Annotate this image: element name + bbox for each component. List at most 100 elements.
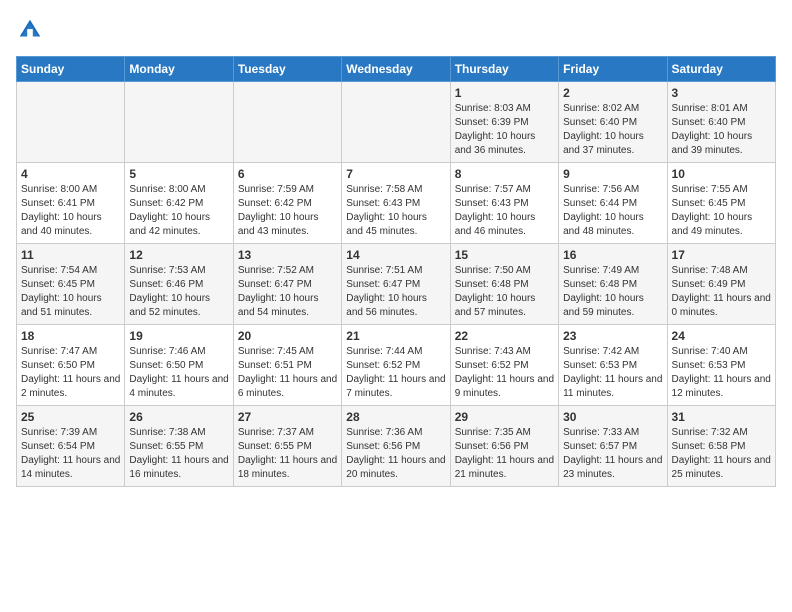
day-info: Sunrise: 7:46 AMSunset: 6:50 PMDaylight:… bbox=[129, 345, 228, 401]
calendar-cell bbox=[233, 82, 341, 163]
calendar-cell: 31 Sunrise: 7:32 AMSunset: 6:58 PMDaylig… bbox=[667, 406, 775, 487]
day-number: 21 bbox=[346, 329, 445, 343]
calendar-cell: 8 Sunrise: 7:57 AMSunset: 6:43 PMDayligh… bbox=[450, 163, 558, 244]
weekday-header-row: SundayMondayTuesdayWednesdayThursdayFrid… bbox=[17, 57, 776, 82]
calendar-cell: 17 Sunrise: 7:48 AMSunset: 6:49 PMDaylig… bbox=[667, 244, 775, 325]
calendar-week-row: 25 Sunrise: 7:39 AMSunset: 6:54 PMDaylig… bbox=[17, 406, 776, 487]
day-info: Sunrise: 7:44 AMSunset: 6:52 PMDaylight:… bbox=[346, 345, 445, 401]
day-number: 6 bbox=[238, 167, 337, 181]
day-number: 26 bbox=[129, 410, 228, 424]
calendar-cell: 3 Sunrise: 8:01 AMSunset: 6:40 PMDayligh… bbox=[667, 82, 775, 163]
weekday-header-wednesday: Wednesday bbox=[342, 57, 450, 82]
day-info: Sunrise: 7:45 AMSunset: 6:51 PMDaylight:… bbox=[238, 345, 337, 401]
calendar-cell: 27 Sunrise: 7:37 AMSunset: 6:55 PMDaylig… bbox=[233, 406, 341, 487]
calendar-cell: 19 Sunrise: 7:46 AMSunset: 6:50 PMDaylig… bbox=[125, 325, 233, 406]
calendar-cell: 1 Sunrise: 8:03 AMSunset: 6:39 PMDayligh… bbox=[450, 82, 558, 163]
day-number: 9 bbox=[563, 167, 662, 181]
day-number: 12 bbox=[129, 248, 228, 262]
day-number: 4 bbox=[21, 167, 120, 181]
day-number: 7 bbox=[346, 167, 445, 181]
calendar-cell: 15 Sunrise: 7:50 AMSunset: 6:48 PMDaylig… bbox=[450, 244, 558, 325]
day-number: 18 bbox=[21, 329, 120, 343]
day-number: 23 bbox=[563, 329, 662, 343]
calendar-cell: 20 Sunrise: 7:45 AMSunset: 6:51 PMDaylig… bbox=[233, 325, 341, 406]
calendar-week-row: 11 Sunrise: 7:54 AMSunset: 6:45 PMDaylig… bbox=[17, 244, 776, 325]
day-info: Sunrise: 7:39 AMSunset: 6:54 PMDaylight:… bbox=[21, 426, 120, 482]
calendar-cell: 30 Sunrise: 7:33 AMSunset: 6:57 PMDaylig… bbox=[559, 406, 667, 487]
day-number: 17 bbox=[672, 248, 771, 262]
day-info: Sunrise: 7:49 AMSunset: 6:48 PMDaylight:… bbox=[563, 264, 662, 320]
day-number: 24 bbox=[672, 329, 771, 343]
calendar-week-row: 4 Sunrise: 8:00 AMSunset: 6:41 PMDayligh… bbox=[17, 163, 776, 244]
weekday-header-thursday: Thursday bbox=[450, 57, 558, 82]
day-info: Sunrise: 7:59 AMSunset: 6:42 PMDaylight:… bbox=[238, 183, 337, 239]
calendar-cell: 7 Sunrise: 7:58 AMSunset: 6:43 PMDayligh… bbox=[342, 163, 450, 244]
weekday-header-monday: Monday bbox=[125, 57, 233, 82]
calendar-cell: 28 Sunrise: 7:36 AMSunset: 6:56 PMDaylig… bbox=[342, 406, 450, 487]
day-info: Sunrise: 8:01 AMSunset: 6:40 PMDaylight:… bbox=[672, 102, 771, 158]
weekday-header-saturday: Saturday bbox=[667, 57, 775, 82]
calendar-cell: 9 Sunrise: 7:56 AMSunset: 6:44 PMDayligh… bbox=[559, 163, 667, 244]
day-info: Sunrise: 8:03 AMSunset: 6:39 PMDaylight:… bbox=[455, 102, 554, 158]
day-number: 2 bbox=[563, 86, 662, 100]
day-info: Sunrise: 8:00 AMSunset: 6:42 PMDaylight:… bbox=[129, 183, 228, 239]
calendar-cell: 18 Sunrise: 7:47 AMSunset: 6:50 PMDaylig… bbox=[17, 325, 125, 406]
calendar-cell: 10 Sunrise: 7:55 AMSunset: 6:45 PMDaylig… bbox=[667, 163, 775, 244]
calendar-cell: 6 Sunrise: 7:59 AMSunset: 6:42 PMDayligh… bbox=[233, 163, 341, 244]
day-number: 1 bbox=[455, 86, 554, 100]
day-number: 29 bbox=[455, 410, 554, 424]
weekday-header-tuesday: Tuesday bbox=[233, 57, 341, 82]
day-info: Sunrise: 7:48 AMSunset: 6:49 PMDaylight:… bbox=[672, 264, 771, 320]
day-number: 25 bbox=[21, 410, 120, 424]
day-info: Sunrise: 7:57 AMSunset: 6:43 PMDaylight:… bbox=[455, 183, 554, 239]
day-number: 28 bbox=[346, 410, 445, 424]
calendar-cell: 24 Sunrise: 7:40 AMSunset: 6:53 PMDaylig… bbox=[667, 325, 775, 406]
calendar-cell: 5 Sunrise: 8:00 AMSunset: 6:42 PMDayligh… bbox=[125, 163, 233, 244]
day-info: Sunrise: 7:36 AMSunset: 6:56 PMDaylight:… bbox=[346, 426, 445, 482]
calendar-cell: 14 Sunrise: 7:51 AMSunset: 6:47 PMDaylig… bbox=[342, 244, 450, 325]
calendar-cell: 13 Sunrise: 7:52 AMSunset: 6:47 PMDaylig… bbox=[233, 244, 341, 325]
day-info: Sunrise: 7:35 AMSunset: 6:56 PMDaylight:… bbox=[455, 426, 554, 482]
day-info: Sunrise: 7:53 AMSunset: 6:46 PMDaylight:… bbox=[129, 264, 228, 320]
day-info: Sunrise: 7:43 AMSunset: 6:52 PMDaylight:… bbox=[455, 345, 554, 401]
day-info: Sunrise: 8:02 AMSunset: 6:40 PMDaylight:… bbox=[563, 102, 662, 158]
day-info: Sunrise: 7:56 AMSunset: 6:44 PMDaylight:… bbox=[563, 183, 662, 239]
day-info: Sunrise: 7:50 AMSunset: 6:48 PMDaylight:… bbox=[455, 264, 554, 320]
calendar-cell: 4 Sunrise: 8:00 AMSunset: 6:41 PMDayligh… bbox=[17, 163, 125, 244]
day-number: 30 bbox=[563, 410, 662, 424]
day-number: 27 bbox=[238, 410, 337, 424]
day-info: Sunrise: 7:37 AMSunset: 6:55 PMDaylight:… bbox=[238, 426, 337, 482]
calendar-cell: 22 Sunrise: 7:43 AMSunset: 6:52 PMDaylig… bbox=[450, 325, 558, 406]
calendar-cell: 29 Sunrise: 7:35 AMSunset: 6:56 PMDaylig… bbox=[450, 406, 558, 487]
day-number: 15 bbox=[455, 248, 554, 262]
logo bbox=[16, 16, 48, 44]
day-number: 16 bbox=[563, 248, 662, 262]
day-info: Sunrise: 8:00 AMSunset: 6:41 PMDaylight:… bbox=[21, 183, 120, 239]
weekday-header-friday: Friday bbox=[559, 57, 667, 82]
day-number: 13 bbox=[238, 248, 337, 262]
calendar-cell bbox=[342, 82, 450, 163]
day-number: 11 bbox=[21, 248, 120, 262]
calendar-cell: 21 Sunrise: 7:44 AMSunset: 6:52 PMDaylig… bbox=[342, 325, 450, 406]
calendar-cell bbox=[125, 82, 233, 163]
calendar-cell: 11 Sunrise: 7:54 AMSunset: 6:45 PMDaylig… bbox=[17, 244, 125, 325]
logo-icon bbox=[16, 16, 44, 44]
day-number: 20 bbox=[238, 329, 337, 343]
day-info: Sunrise: 7:55 AMSunset: 6:45 PMDaylight:… bbox=[672, 183, 771, 239]
day-info: Sunrise: 7:33 AMSunset: 6:57 PMDaylight:… bbox=[563, 426, 662, 482]
day-info: Sunrise: 7:38 AMSunset: 6:55 PMDaylight:… bbox=[129, 426, 228, 482]
day-number: 10 bbox=[672, 167, 771, 181]
day-info: Sunrise: 7:58 AMSunset: 6:43 PMDaylight:… bbox=[346, 183, 445, 239]
calendar-cell bbox=[17, 82, 125, 163]
day-info: Sunrise: 7:51 AMSunset: 6:47 PMDaylight:… bbox=[346, 264, 445, 320]
day-number: 8 bbox=[455, 167, 554, 181]
page-header bbox=[16, 16, 776, 44]
calendar-cell: 26 Sunrise: 7:38 AMSunset: 6:55 PMDaylig… bbox=[125, 406, 233, 487]
day-number: 5 bbox=[129, 167, 228, 181]
day-number: 19 bbox=[129, 329, 228, 343]
calendar-cell: 25 Sunrise: 7:39 AMSunset: 6:54 PMDaylig… bbox=[17, 406, 125, 487]
calendar-table: SundayMondayTuesdayWednesdayThursdayFrid… bbox=[16, 56, 776, 487]
day-number: 14 bbox=[346, 248, 445, 262]
calendar-cell: 16 Sunrise: 7:49 AMSunset: 6:48 PMDaylig… bbox=[559, 244, 667, 325]
day-number: 22 bbox=[455, 329, 554, 343]
